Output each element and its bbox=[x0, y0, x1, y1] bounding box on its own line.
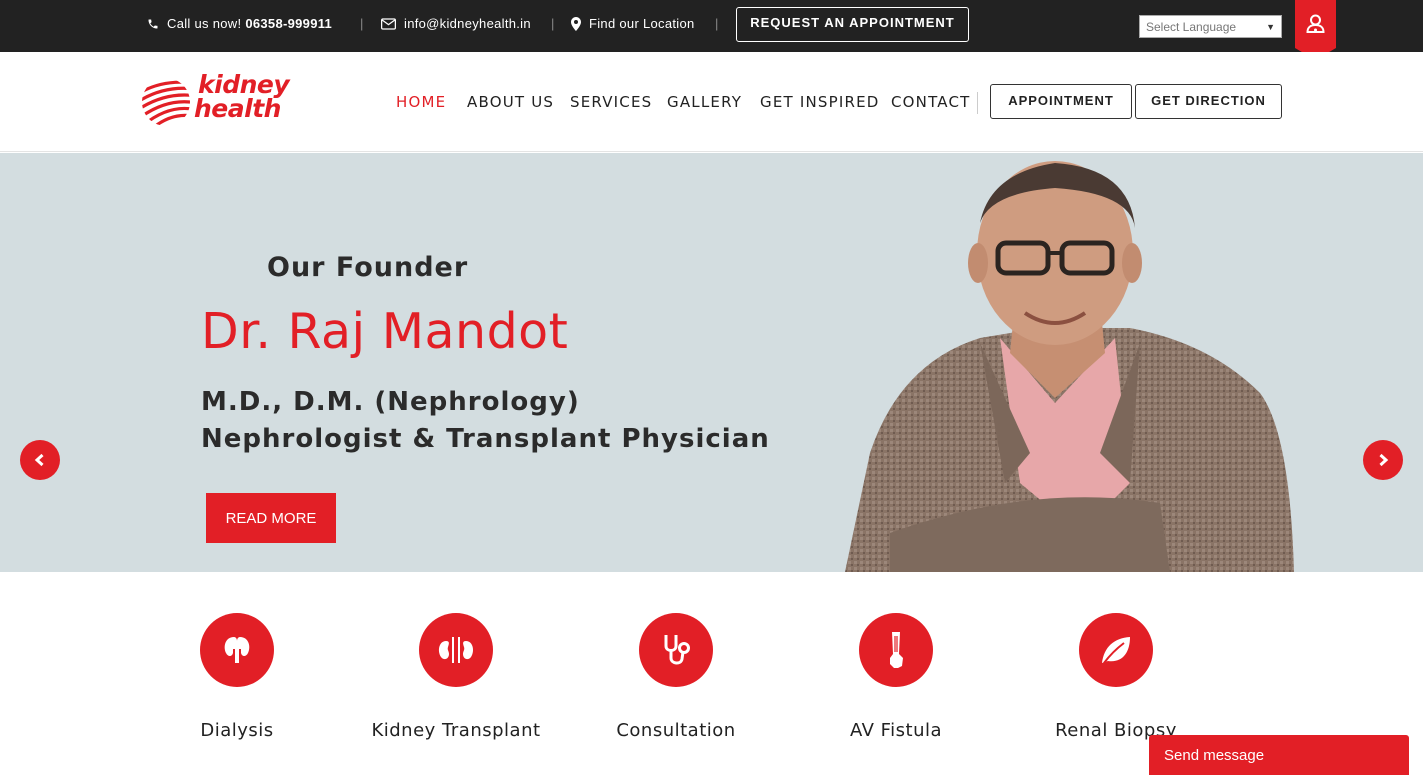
service-av-fistula[interactable]: AV Fistula bbox=[796, 613, 996, 741]
logo-text-health: health bbox=[194, 94, 281, 123]
separator: | bbox=[715, 16, 719, 31]
service-icon-circle bbox=[200, 613, 274, 687]
separator: | bbox=[551, 16, 555, 31]
kidney-icon bbox=[224, 637, 250, 663]
chevron-down-icon: ▼ bbox=[1266, 21, 1275, 32]
founder-credentials: M.D., D.M. (Nephrology) Nephrologist & T… bbox=[201, 384, 770, 458]
call-info[interactable]: Call us now! 06358-999911 bbox=[147, 16, 332, 31]
location-label: Find our Location bbox=[589, 16, 695, 31]
slider-prev-button[interactable] bbox=[20, 440, 60, 480]
nav-get-inspired[interactable]: GET INSPIRED bbox=[760, 93, 880, 111]
language-select-value: Select Language bbox=[1146, 19, 1237, 34]
appointment-button[interactable]: APPOINTMENT bbox=[990, 84, 1132, 119]
service-dialysis[interactable]: Dialysis bbox=[137, 613, 337, 741]
founder-name: Dr. Raj Mandot bbox=[201, 303, 569, 360]
logo-mark-icon bbox=[142, 80, 190, 126]
service-icon-circle bbox=[639, 613, 713, 687]
kidneys-icon bbox=[438, 637, 474, 663]
separator: | bbox=[360, 16, 364, 31]
stethoscope-icon bbox=[664, 635, 690, 665]
leaf-icon bbox=[1102, 637, 1130, 664]
service-icon-circle bbox=[419, 613, 493, 687]
language-select[interactable]: Select Language ▼ bbox=[1139, 15, 1282, 38]
nav-divider bbox=[977, 92, 978, 114]
service-label: Consultation bbox=[616, 720, 736, 741]
envelope-icon bbox=[381, 17, 396, 30]
chevron-right-icon bbox=[1379, 453, 1389, 467]
get-direction-button[interactable]: GET DIRECTION bbox=[1135, 84, 1282, 119]
main-header: kidney health HOME ABOUT US SERVICES GAL… bbox=[0, 52, 1423, 152]
user-doctor-icon[interactable] bbox=[1295, 0, 1336, 60]
founder-title: Nephrologist & Transplant Physician bbox=[201, 424, 770, 454]
nav-services[interactable]: SERVICES bbox=[570, 93, 652, 111]
founder-degree: M.D., D.M. (Nephrology) bbox=[201, 387, 580, 417]
nav-contact[interactable]: CONTACT bbox=[891, 93, 971, 111]
send-message-chat-button[interactable]: Send message bbox=[1149, 735, 1409, 775]
service-icon-circle bbox=[1079, 613, 1153, 687]
request-appointment-button[interactable]: REQUEST AN APPOINTMENT bbox=[736, 7, 969, 42]
nav-about-us[interactable]: ABOUT US bbox=[467, 93, 554, 111]
call-prefix: Call us now! bbox=[167, 16, 242, 31]
nav-home[interactable]: HOME bbox=[396, 93, 446, 111]
slider-next-button[interactable] bbox=[1363, 440, 1403, 480]
founder-portrait bbox=[830, 153, 1300, 572]
service-label: AV Fistula bbox=[849, 720, 943, 741]
service-icon-circle bbox=[859, 613, 933, 687]
nav-gallery[interactable]: GALLERY bbox=[667, 93, 742, 111]
email-info[interactable]: info@kidneyhealth.in bbox=[381, 16, 531, 31]
phone-icon bbox=[147, 18, 159, 30]
service-label: Dialysis bbox=[200, 720, 274, 741]
service-label: Kidney Transplant bbox=[371, 720, 541, 741]
hero-eyebrow: Our Founder bbox=[267, 252, 469, 283]
location-link[interactable]: Find our Location bbox=[571, 16, 695, 31]
phone-number[interactable]: 06358-999911 bbox=[245, 16, 332, 31]
email-address[interactable]: info@kidneyhealth.in bbox=[404, 16, 531, 31]
top-bar: Call us now! 06358-999911 | info@kidneyh… bbox=[0, 0, 1423, 60]
read-more-button[interactable]: READ MORE bbox=[206, 493, 336, 543]
site-logo[interactable]: kidney health bbox=[141, 72, 301, 130]
service-consultation[interactable]: Consultation bbox=[576, 613, 776, 741]
hero-slider: Our Founder Dr. Raj Mandot M.D., D.M. (N… bbox=[0, 153, 1423, 572]
chevron-left-icon bbox=[34, 453, 44, 467]
map-marker-icon bbox=[571, 16, 581, 31]
arm-icon bbox=[890, 632, 903, 668]
service-kidney-transplant[interactable]: Kidney Transplant bbox=[356, 613, 556, 741]
service-renal-biopsy[interactable]: Renal Biopsy bbox=[1016, 613, 1216, 741]
